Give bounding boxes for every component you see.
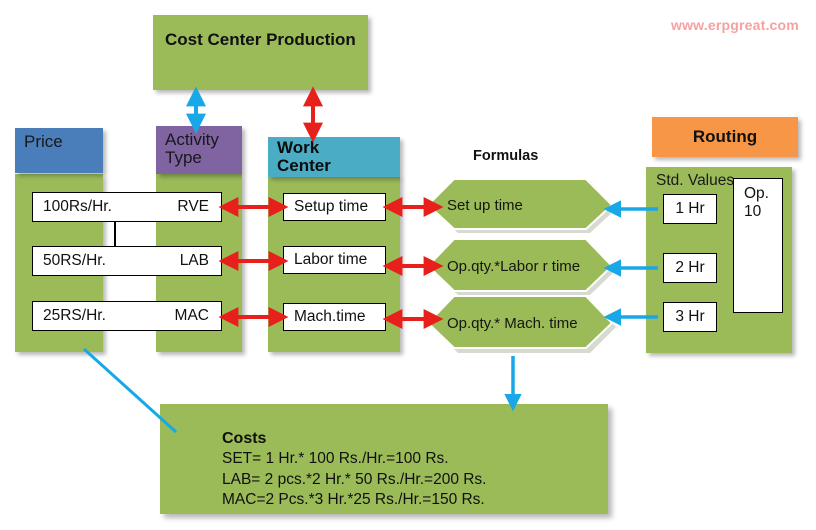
formula-label-3: Op.qty.* Mach. time [447,314,578,332]
work-center-row-1: Setup time [283,193,386,221]
routing-operation-line1: Op. [744,185,769,202]
routing-header-label: Routing [692,126,758,146]
formula-hex-1: Set up time [428,178,618,234]
routing-std-value-1: 1 Hr [663,194,717,224]
work-center-header-line1: Work [277,138,320,157]
work-center-row-2: Labor time [283,246,386,274]
diagram-canvas: www.erpgreat.com Cost Center Production … [0,0,816,530]
formula-label-1: Set up time [447,196,523,214]
price-value-2: 50RS/Hr. [43,252,106,269]
work-center-value-1: Setup time [294,198,369,215]
work-center-row-3: Mach.time [283,303,386,331]
costs-box: Costs SET= 1 Hr.* 100 Rs./Hr.=100 Rs. LA… [160,404,608,514]
cost-center-production-title: Cost Center Production [165,30,356,49]
price-header: Price [15,128,103,173]
watermark-text: www.erpgreat.com [671,17,799,33]
formulas-title: Formulas [473,148,539,164]
costs-line-2: LAB= 2 pcs.*2 Hr.* 50 Rs./Hr.=200 Rs. [222,470,487,488]
price-activity-row-3: 25RS/Hr. MAC [32,301,222,331]
formula-label-2: Op.qty.*Labor r time [447,257,581,275]
price-value-1: 100Rs/Hr. [43,198,112,215]
work-center-header: Work Center [268,137,400,177]
activity-type-value-3: MAC [174,307,209,324]
activity-type-header-line2: Type [165,148,202,168]
price-value-3: 25RS/Hr. [43,307,106,324]
formula-hex-3: Op.qty.* Mach. time [428,294,618,354]
routing-operation-line2: 10 [744,203,762,220]
cost-center-production-box [153,15,368,90]
costs-content: Costs SET= 1 Hr.* 100 Rs./Hr.=100 Rs. LA… [222,428,487,510]
work-center-header-line2: Center [277,156,331,176]
activity-type-header-line1: Activity [165,130,219,149]
costs-line-1: SET= 1 Hr.* 100 Rs./Hr.=100 Rs. [222,450,449,468]
routing-std-value-3: 3 Hr [663,302,717,332]
work-center-value-3: Mach.time [294,308,366,325]
costs-line-3: MAC=2 Pcs.*3 Hr.*25 Rs./Hr.=150 Rs. [222,491,485,509]
formula-hex-2: Op.qty.*Labor r time [428,238,618,296]
price-activity-row-2: 50RS/Hr. LAB [32,246,222,276]
routing-std-value-2: 2 Hr [663,253,717,283]
activity-type-value-2: LAB [179,252,209,269]
activity-type-header: Activity Type [156,126,242,174]
std-values-label: Std. Values [656,172,735,189]
connector-line-price [114,222,116,248]
routing-operation-box: Op. 10 [733,178,783,313]
routing-header: Routing [652,117,798,157]
costs-title: Costs [222,430,267,447]
work-center-value-2: Labor time [294,251,368,268]
activity-type-value-1: RVE [177,198,209,215]
price-header-label: Price [24,132,63,151]
price-activity-row-1: 100Rs/Hr. RVE [32,192,222,222]
